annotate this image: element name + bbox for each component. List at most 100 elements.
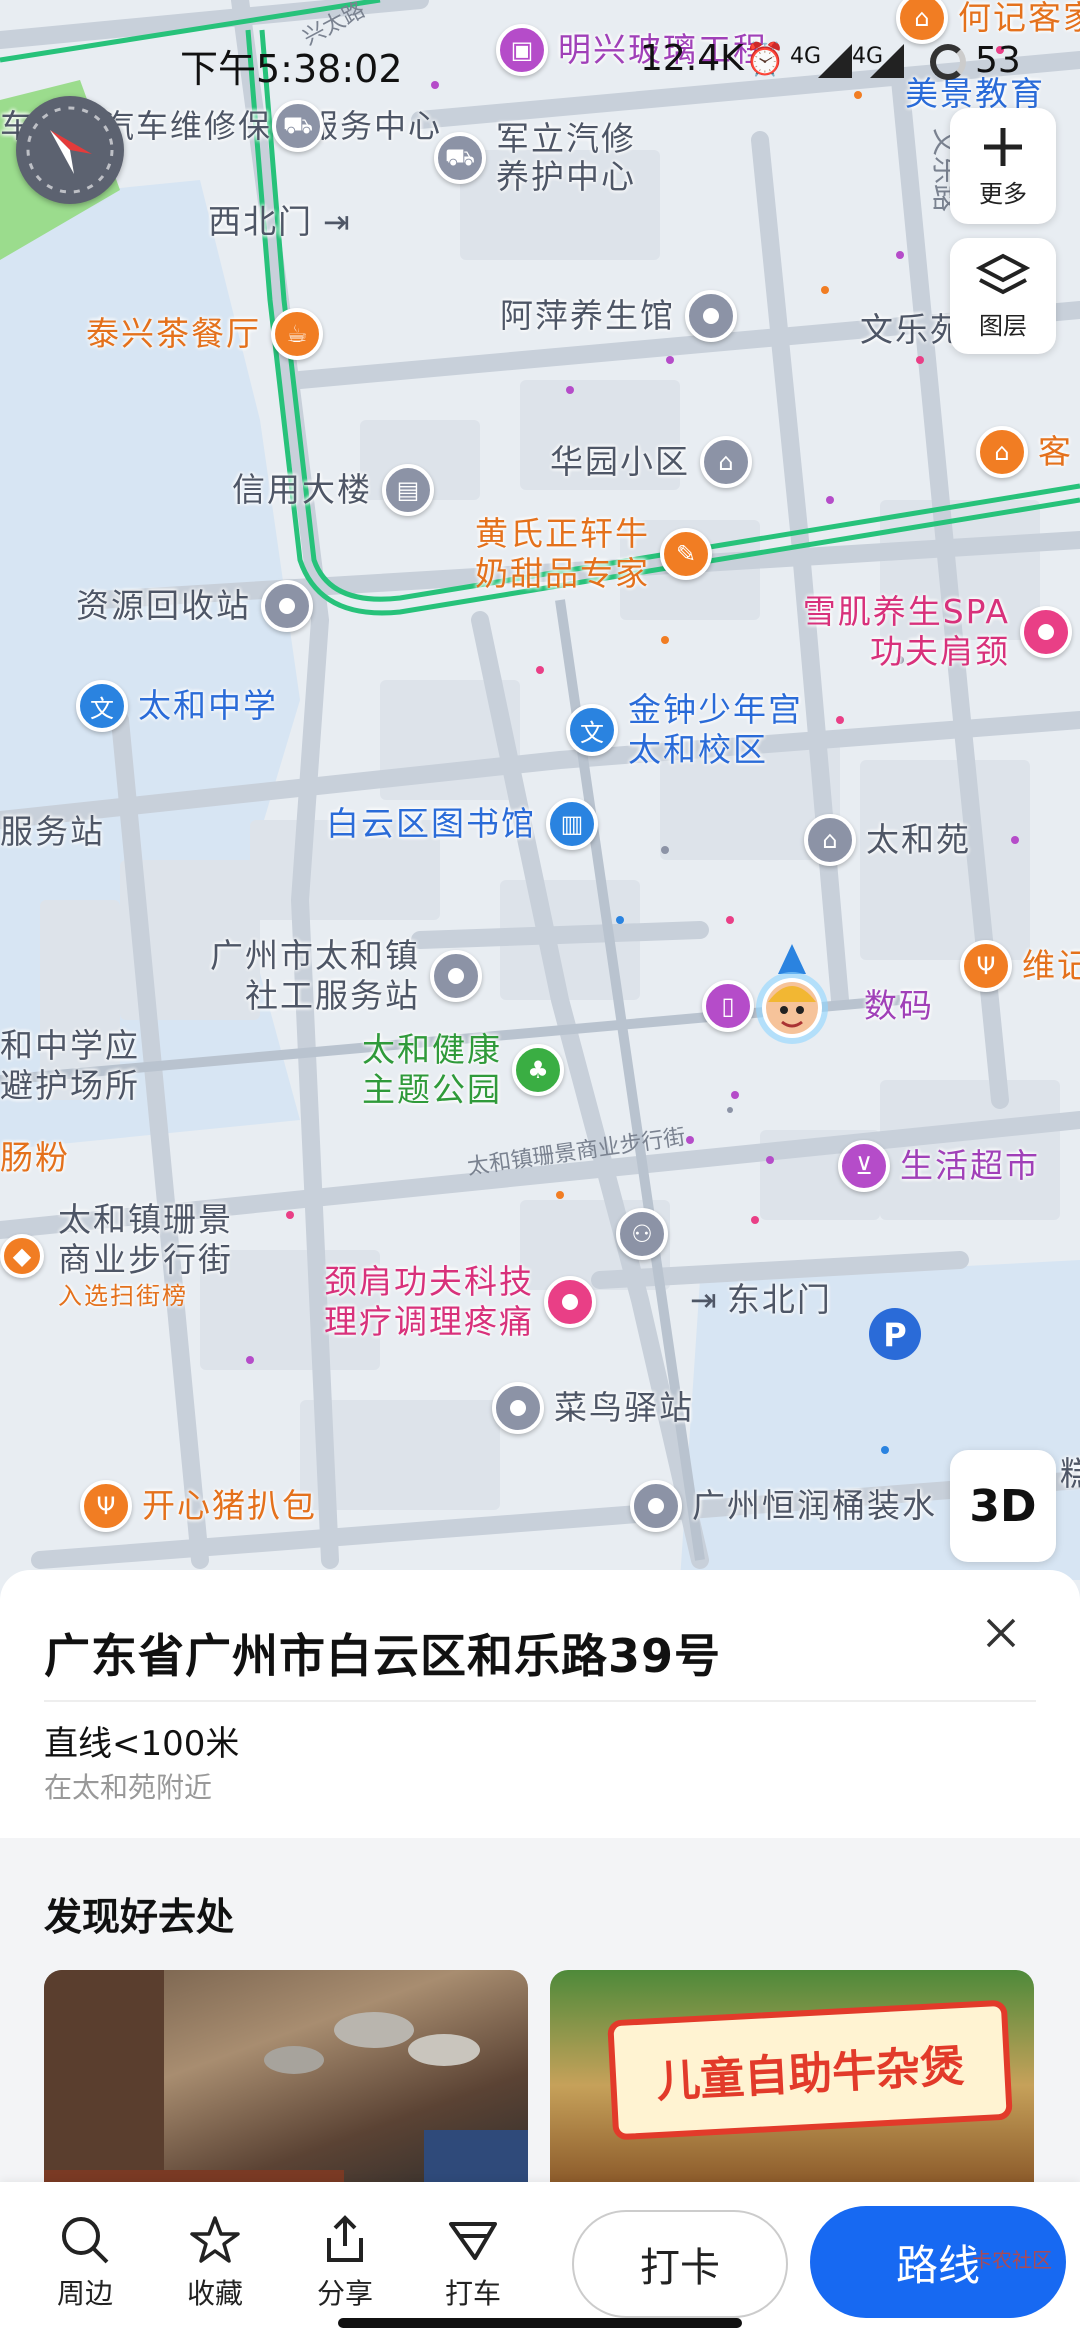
poi-taixing[interactable]: 泰兴茶餐厅 ☕ [86,308,323,360]
poi-jingjian[interactable]: 颈肩功夫科技理疗调理疼痛 [314,1262,596,1342]
poi-shelter[interactable]: 和中学应避护场所 [0,1026,140,1106]
poi-label: 数码 [864,986,934,1025]
home-indicator[interactable] [338,2318,742,2328]
restaurant-icon: Ψ [960,940,1012,992]
poi-label: 颈肩功夫科技理疗调理疼痛 [324,1262,534,1341]
poi-kaixin-pork[interactable]: Ψ 开心猪扒包 [80,1480,317,1532]
nearby-text: 在太和苑附近 [44,1771,213,1804]
status-time: 下午5:38:02 [180,47,403,91]
layers-icon [976,253,1030,294]
search-icon [62,2217,109,2264]
store-icon: ◆ [0,1234,44,1278]
poi-label: 阿萍养生馆 [500,296,675,335]
poi-label: 维记 [1022,946,1080,985]
poi-service-station[interactable]: 服务站 [0,812,105,852]
user-location-marker[interactable] [752,944,832,1048]
poi-recycle[interactable]: 资源回收站 [76,580,313,632]
share-button[interactable]: 分享 [290,2212,400,2312]
map-view[interactable]: P 兴太路 文乐路 太和镇珊景商业步行街 ▣ 明兴玻璃工程 ⌂ 何记客家 美景教… [0,0,1080,1580]
signal-icon [818,44,852,78]
restaurant-icon: Ψ [80,1480,132,1532]
building-icon: ▤ [382,464,434,516]
svg-text:P: P [883,1316,906,1354]
poi-cainiao[interactable]: 菜鸟驿站 [492,1382,694,1434]
compass-button[interactable] [16,96,124,204]
favorite-label: 收藏 [186,2277,243,2310]
taxi-icon [449,2222,497,2260]
dessert-icon: ✎ [660,528,712,580]
park-icon: ♣ [512,1044,564,1096]
car-icon: ⛟ [272,100,324,152]
poi-credit-building[interactable]: 信用大楼 ▤ [232,464,434,516]
poi-toilet[interactable]: ⚇ [616,1208,668,1260]
poi-social-work[interactable]: 广州市太和镇社工服务站 [190,936,482,1016]
nearby-button[interactable]: 周边 [30,2212,140,2312]
poi-dot-icon [492,1382,544,1434]
route-label: 路线 [895,2240,980,2290]
poi-label: 东北门 [726,1280,832,1319]
poi-label: 白云区图书馆 [326,804,536,843]
poi-badge: 入选扫街榜 [58,1282,188,1310]
poi-label: 糕 [1060,1454,1080,1493]
poi-huayuan[interactable]: 华园小区 ⌂ [550,436,752,488]
poi-label: 泰兴茶餐厅 [86,314,261,353]
poi-label: 开心猪扒包 [142,1486,317,1525]
poi-label: 广州市太和镇社工服务站 [210,936,420,1015]
poi-aping[interactable]: 阿萍养生馆 [500,290,737,342]
share-icon [327,2215,363,2262]
poi-label: 太和苑 [866,820,971,859]
watermark-text: 卡农社区 [972,2248,1052,2272]
poi-gao[interactable]: 糕 [1060,1454,1080,1494]
poi-northwest-gate[interactable]: 西北门 ⇥ [208,202,350,242]
distance-text: 直线<100米 [44,1724,240,1764]
residence-icon: ⌂ [700,436,752,488]
close-button[interactable] [984,1610,1018,1661]
taxi-button[interactable]: 打车 [418,2212,528,2312]
location-arrow-icon [756,944,828,1044]
poi-weiji[interactable]: Ψ 维记 [960,940,1080,992]
poi-dot-icon [430,950,482,1002]
favorite-button[interactable]: 收藏 [160,2212,270,2312]
battery-icon [930,44,966,80]
address-title: 广东省广州市白云区和乐路39号 [44,1629,722,1683]
more-button[interactable]: 更多 [950,108,1056,224]
poi-ke[interactable]: ⌂ 客 [976,426,1073,478]
share-label: 分享 [316,2277,373,2310]
gate-icon: ⇥ [690,1281,717,1319]
alarm-icon: ⏰ [745,40,785,78]
poi-label: 信用大楼 [232,470,372,509]
poi-junli[interactable]: ⛟ 军立汽修养护中心 [434,120,636,196]
status-net-speed: 12.4K [640,38,744,79]
poi-dot-icon [630,1480,682,1532]
poi-label: 客 [1038,432,1073,471]
poi-taiheyuan[interactable]: ⌂ 太和苑 [804,814,971,866]
poi-health-park[interactable]: 太和健康主题公园 ♣ [352,1030,564,1110]
poi-taihe-school[interactable]: 文 太和中学 [76,680,278,732]
route-button[interactable]: 路线 卡农社区 [810,2206,1066,2318]
poi-xueji-spa[interactable]: 雪肌养生SPA功夫肩颈 [790,592,1072,672]
poi-label: 太和中学 [138,686,278,725]
poi-hengrun-water[interactable]: 广州恒润桶装水 [630,1480,937,1532]
poi-label: 雪肌养生SPA功夫肩颈 [802,592,1010,671]
poi-label: 华园小区 [550,442,690,481]
poi-changfen[interactable]: 肠粉 [0,1138,70,1178]
poi-northeast-gate[interactable]: ⇥ 东北门 [690,1280,832,1320]
taxi-label: 打车 [444,2277,501,2310]
gate-icon: ⇥ [323,203,350,241]
divider [44,1700,1036,1702]
poi-label: 生活超市 [900,1146,1040,1185]
nearby-label: 周边 [56,2277,113,2310]
checkin-button[interactable]: 打卡 [572,2210,788,2318]
poi-supermarket[interactable]: ⊻ 生活超市 [838,1140,1040,1192]
poi-jinzhong[interactable]: 文 金钟少年宫太和校区 [566,690,828,770]
poi-label: 太和镇珊景商业步行街 [58,1200,233,1279]
poi-huangshi[interactable]: 黄氏正轩牛奶甜品专家 ✎ [460,514,712,594]
poi-label: 太和健康主题公园 [362,1030,502,1109]
star-icon [190,2216,240,2263]
poi-library[interactable]: 白云区图书馆 ▥ [326,798,598,850]
layer-button[interactable]: 图层 [950,238,1056,354]
poi-walk-street[interactable]: ◆ 太和镇珊景商业步行街 入选扫街榜 [0,1200,248,1312]
3d-toggle-button[interactable]: 3D [950,1450,1056,1562]
poi-label: 资源回收站 [76,586,251,625]
close-icon [986,1618,1016,1648]
